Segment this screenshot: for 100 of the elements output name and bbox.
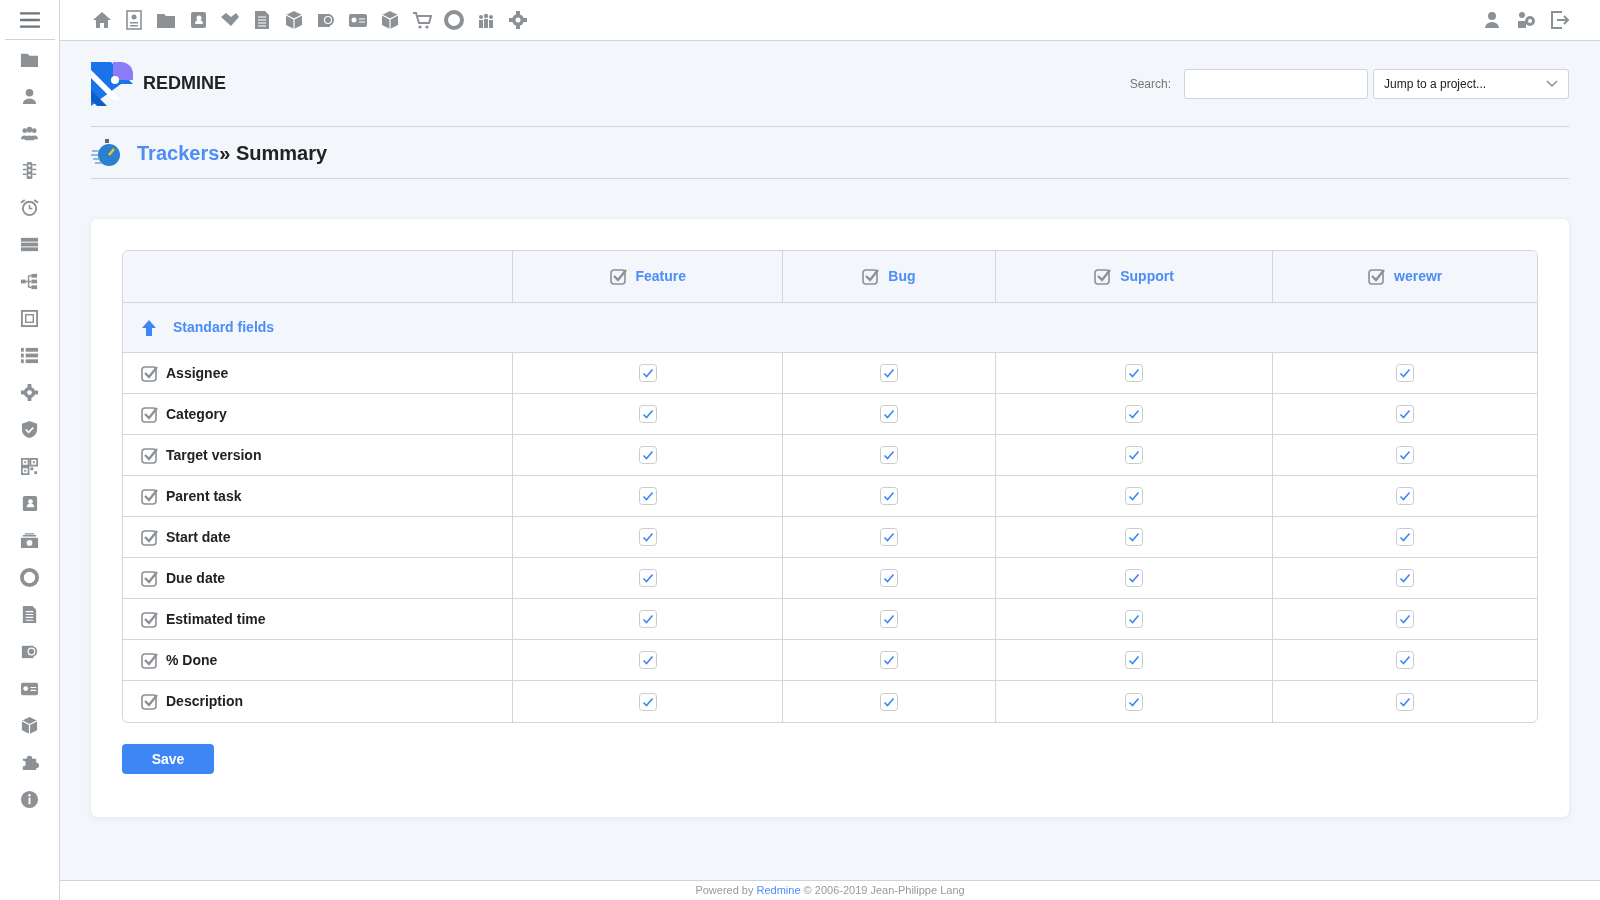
checkbox[interactable] bbox=[1125, 610, 1144, 628]
sign-out-icon[interactable] bbox=[1550, 10, 1570, 30]
row-checkbox[interactable] bbox=[141, 610, 158, 628]
logo-text: REDMINE bbox=[143, 72, 226, 95]
logo-icon bbox=[91, 61, 133, 106]
hierarchy-icon[interactable] bbox=[20, 272, 39, 291]
tracker-link[interactable]: Feature bbox=[635, 266, 687, 287]
checkbox[interactable] bbox=[1125, 651, 1144, 669]
checkbox[interactable] bbox=[1396, 692, 1415, 711]
checkbox[interactable] bbox=[879, 692, 898, 711]
tracker-checkbox[interactable] bbox=[1094, 268, 1112, 285]
field-label: Start date bbox=[166, 527, 231, 547]
tracker-checkbox[interactable] bbox=[609, 268, 627, 285]
user-icon[interactable] bbox=[1482, 10, 1502, 30]
checkbox[interactable] bbox=[638, 405, 657, 423]
field-label: Due date bbox=[166, 568, 226, 588]
save-button[interactable]: Save bbox=[122, 744, 214, 774]
puzzle-icon[interactable] bbox=[20, 753, 39, 772]
row-checkbox[interactable] bbox=[141, 569, 158, 587]
checkbox[interactable] bbox=[1396, 569, 1415, 587]
row-checkbox[interactable] bbox=[141, 487, 158, 505]
contact-book-icon[interactable] bbox=[20, 494, 39, 513]
checkbox[interactable] bbox=[1396, 651, 1415, 669]
box-icon[interactable] bbox=[20, 716, 39, 735]
checkbox[interactable] bbox=[638, 610, 657, 628]
checkbox[interactable] bbox=[1125, 487, 1144, 505]
user-icon[interactable] bbox=[20, 87, 39, 106]
checkbox[interactable] bbox=[1125, 528, 1144, 546]
box-icon[interactable] bbox=[284, 10, 304, 30]
shield-icon[interactable] bbox=[20, 420, 39, 439]
row-checkbox[interactable] bbox=[141, 446, 158, 464]
row-checkbox[interactable] bbox=[141, 651, 158, 669]
invoice-icon[interactable] bbox=[252, 10, 272, 30]
checkbox[interactable] bbox=[879, 364, 898, 382]
user-gear-icon[interactable] bbox=[1516, 10, 1536, 30]
tracker-link[interactable]: Bug bbox=[888, 266, 916, 287]
row-checkbox[interactable] bbox=[141, 364, 158, 382]
search-field[interactable] bbox=[1184, 68, 1368, 99]
search-label: Search: bbox=[1129, 75, 1171, 93]
box-icon[interactable] bbox=[380, 10, 400, 30]
stacked-bars-icon[interactable] bbox=[20, 235, 39, 254]
row-checkbox[interactable] bbox=[141, 528, 158, 546]
checkbox[interactable] bbox=[879, 610, 898, 628]
tracker-link[interactable]: Support bbox=[1120, 266, 1174, 287]
framed-square-icon[interactable] bbox=[20, 309, 39, 328]
cart-icon[interactable] bbox=[412, 10, 432, 30]
row-checkbox[interactable] bbox=[141, 405, 158, 423]
checkbox[interactable] bbox=[879, 528, 898, 546]
arrow-up-icon[interactable] bbox=[141, 318, 157, 337]
field-label: Description bbox=[166, 692, 243, 711]
checkbox[interactable] bbox=[1396, 405, 1415, 423]
checkbox[interactable] bbox=[1125, 405, 1144, 423]
section-toggle-link[interactable]: Standard fields bbox=[173, 317, 275, 338]
alarm-clock-icon[interactable] bbox=[20, 198, 39, 217]
traffic-light-icon[interactable] bbox=[20, 161, 39, 180]
checkbox[interactable] bbox=[1125, 569, 1144, 587]
checkbox[interactable] bbox=[1125, 692, 1144, 711]
checkbox[interactable] bbox=[638, 446, 657, 464]
checkbox[interactable] bbox=[879, 651, 898, 669]
tracker-checkbox[interactable] bbox=[1368, 268, 1386, 285]
checkbox[interactable] bbox=[638, 364, 657, 382]
document-icon[interactable] bbox=[124, 10, 144, 30]
checkbox[interactable] bbox=[1396, 446, 1415, 464]
qr-code-icon[interactable] bbox=[20, 457, 39, 476]
tracker-link[interactable]: werewr bbox=[1394, 266, 1443, 287]
settings-icon[interactable] bbox=[508, 10, 528, 30]
checkbox[interactable] bbox=[638, 569, 657, 587]
checkbox[interactable] bbox=[879, 446, 898, 464]
row-checkbox[interactable] bbox=[141, 693, 158, 710]
checkbox[interactable] bbox=[879, 487, 898, 505]
group-icon[interactable] bbox=[20, 124, 39, 143]
footer-link[interactable]: Redmine bbox=[756, 884, 801, 897]
checkbox[interactable] bbox=[638, 528, 657, 546]
money-stack-icon[interactable] bbox=[20, 531, 39, 550]
field-label: Category bbox=[166, 404, 227, 424]
contact-book-icon[interactable] bbox=[188, 10, 208, 30]
project-jump-dropdown[interactable]: Jump to a project... bbox=[1373, 68, 1569, 99]
field-label: Target version bbox=[166, 445, 262, 465]
checkbox[interactable] bbox=[638, 487, 657, 505]
info-icon[interactable] bbox=[20, 790, 39, 809]
tracker-checkbox[interactable] bbox=[862, 268, 880, 285]
home-icon[interactable] bbox=[92, 10, 112, 30]
numbered-list-icon[interactable] bbox=[20, 346, 39, 365]
footer-text: Powered by Redmine © 2006-2019 Jean-Philippe Lang bbox=[695, 883, 965, 899]
checkbox[interactable] bbox=[879, 569, 898, 587]
checkbox[interactable] bbox=[1125, 364, 1144, 382]
checkbox[interactable] bbox=[1396, 528, 1415, 546]
field-label: Parent task bbox=[166, 486, 242, 506]
checkbox[interactable] bbox=[1396, 487, 1415, 505]
checkbox[interactable] bbox=[638, 692, 657, 711]
settings-icon[interactable] bbox=[20, 383, 39, 402]
chevron-down-icon bbox=[1546, 79, 1558, 88]
checkbox[interactable] bbox=[879, 405, 898, 423]
checkbox[interactable] bbox=[1396, 364, 1415, 382]
checkbox[interactable] bbox=[1396, 610, 1415, 628]
checkbox[interactable] bbox=[638, 651, 657, 669]
invoice-icon[interactable] bbox=[20, 605, 39, 624]
breadcrumb-link[interactable]: Trackers bbox=[137, 141, 220, 164]
checkbox[interactable] bbox=[1125, 446, 1144, 464]
field-label: Estimated time bbox=[166, 609, 266, 629]
